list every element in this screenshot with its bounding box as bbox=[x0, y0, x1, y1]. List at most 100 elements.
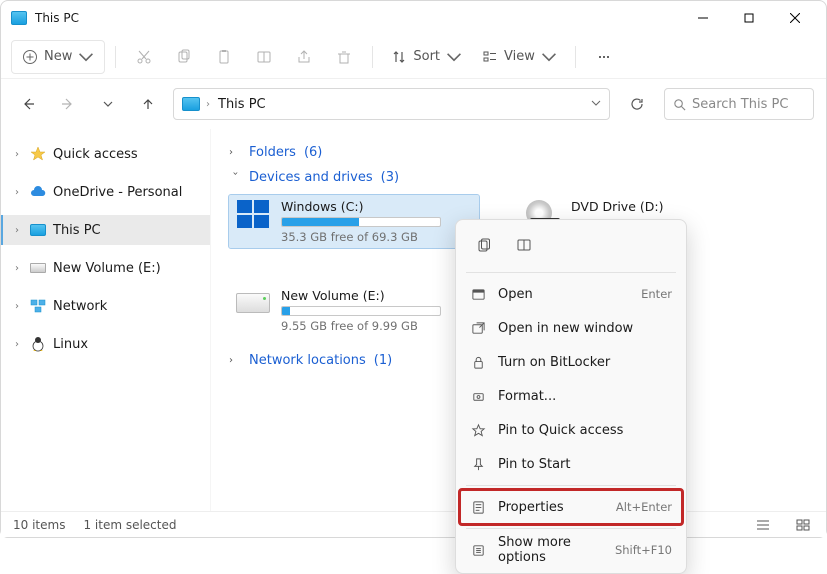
menu-item-properties[interactable]: Properties Alt+Enter bbox=[460, 490, 682, 524]
windows-drive-icon bbox=[235, 199, 271, 229]
share-button[interactable] bbox=[286, 40, 322, 74]
address-history-button[interactable] bbox=[591, 97, 601, 112]
menu-item-bitlocker[interactable]: Turn on BitLocker bbox=[460, 345, 682, 379]
sidebar-item-label: Linux bbox=[53, 337, 88, 352]
sidebar-item-network[interactable]: › Network bbox=[1, 291, 210, 321]
cut-button[interactable] bbox=[126, 40, 162, 74]
up-button[interactable] bbox=[133, 89, 163, 119]
address-bar[interactable]: › This PC bbox=[173, 88, 610, 120]
network-icon bbox=[29, 298, 47, 314]
view-button[interactable]: View bbox=[474, 40, 565, 74]
group-count: (1) bbox=[374, 353, 392, 368]
close-button[interactable] bbox=[772, 2, 818, 34]
window-title: This PC bbox=[35, 11, 79, 25]
breadcrumb[interactable]: This PC bbox=[216, 97, 268, 112]
sidebar-item-new-volume[interactable]: › New Volume (E:) bbox=[1, 253, 210, 283]
chevron-down-icon bbox=[541, 49, 557, 65]
sidebar-item-label: Quick access bbox=[53, 147, 138, 162]
menu-item-label: Format... bbox=[498, 389, 672, 404]
rename-icon bbox=[256, 49, 272, 65]
sidebar-item-quick-access[interactable]: › Quick access bbox=[1, 139, 210, 169]
drive-free-text: 35.3 GB free of 69.3 GB bbox=[281, 230, 473, 244]
copy-button[interactable] bbox=[166, 40, 202, 74]
expand-icon[interactable]: › bbox=[11, 301, 23, 312]
hdd-icon bbox=[235, 288, 271, 318]
drive-usage-bar bbox=[281, 217, 441, 227]
new-button[interactable]: New bbox=[11, 40, 105, 74]
paste-icon bbox=[216, 49, 232, 65]
back-button[interactable] bbox=[13, 89, 43, 119]
menu-item-label: Show more options bbox=[498, 535, 603, 565]
refresh-button[interactable] bbox=[620, 88, 654, 120]
forward-button[interactable] bbox=[53, 89, 83, 119]
chevron-right-icon: › bbox=[229, 355, 241, 366]
new-button-label: New bbox=[44, 49, 72, 64]
nav-row: › This PC Search This PC bbox=[1, 79, 826, 129]
paste-button[interactable] bbox=[206, 40, 242, 74]
thumbnails-view-button[interactable] bbox=[792, 516, 814, 534]
sidebar-item-this-pc[interactable]: › This PC bbox=[1, 215, 210, 245]
more-button[interactable] bbox=[586, 40, 622, 74]
drive-name: Windows (C:) bbox=[281, 199, 473, 214]
expand-icon[interactable]: › bbox=[11, 187, 23, 198]
rename-button[interactable] bbox=[246, 40, 282, 74]
menu-item-pin-quick-access[interactable]: Pin to Quick access bbox=[460, 413, 682, 447]
sidebar-item-onedrive[interactable]: › OneDrive - Personal bbox=[1, 177, 210, 207]
details-view-button[interactable] bbox=[752, 516, 774, 534]
minimize-button[interactable] bbox=[680, 2, 726, 34]
properties-icon bbox=[470, 500, 486, 515]
cloud-icon bbox=[29, 184, 47, 200]
rename-icon bbox=[516, 237, 532, 253]
menu-item-shortcut: Enter bbox=[641, 287, 672, 301]
menu-item-show-more[interactable]: Show more options Shift+F10 bbox=[460, 533, 682, 567]
arrow-up-icon bbox=[141, 97, 155, 111]
copy-icon bbox=[476, 237, 492, 253]
group-drives[interactable]: › Devices and drives (3) bbox=[229, 170, 808, 185]
sidebar-item-label: This PC bbox=[53, 223, 101, 238]
chevron-down-icon bbox=[103, 99, 113, 109]
plus-circle-icon bbox=[22, 49, 38, 65]
chevron-down-icon bbox=[78, 49, 94, 65]
sidebar-item-linux[interactable]: › Linux bbox=[1, 329, 210, 359]
sort-button[interactable]: Sort bbox=[383, 40, 470, 74]
open-icon bbox=[470, 287, 486, 302]
chevron-down-icon: › bbox=[230, 172, 241, 184]
arrow-left-icon bbox=[21, 97, 35, 111]
menu-item-open[interactable]: Open Enter bbox=[460, 277, 682, 311]
pc-icon bbox=[29, 222, 47, 238]
menu-item-label: Open bbox=[498, 287, 629, 302]
delete-icon bbox=[336, 49, 352, 65]
maximize-button[interactable] bbox=[726, 2, 772, 34]
delete-button[interactable] bbox=[326, 40, 362, 74]
menu-item-format[interactable]: Format... bbox=[460, 379, 682, 413]
menu-item-open-new-window[interactable]: Open in new window bbox=[460, 311, 682, 345]
app-icon bbox=[11, 11, 27, 25]
group-folders[interactable]: › Folders (6) bbox=[229, 145, 808, 160]
drive-windows-c[interactable]: Windows (C:) 35.3 GB free of 69.3 GB bbox=[229, 195, 479, 248]
drive-name: DVD Drive (D:) bbox=[571, 199, 763, 214]
search-icon bbox=[673, 98, 686, 111]
rename-button[interactable] bbox=[508, 230, 540, 260]
copy-button[interactable] bbox=[468, 230, 500, 260]
format-icon bbox=[470, 389, 486, 404]
expand-icon[interactable]: › bbox=[11, 339, 23, 350]
drive-new-volume-e[interactable]: New Volume (E:) 9.55 GB free of 9.99 GB bbox=[229, 284, 479, 337]
group-label: Folders bbox=[249, 145, 296, 160]
recent-button[interactable] bbox=[93, 89, 123, 119]
menu-item-pin-start[interactable]: Pin to Start bbox=[460, 447, 682, 481]
title-bar: This PC bbox=[1, 1, 826, 35]
sidebar-item-label: Network bbox=[53, 299, 107, 314]
menu-item-label: Pin to Quick access bbox=[498, 423, 672, 438]
search-box[interactable]: Search This PC bbox=[664, 88, 814, 120]
expand-icon[interactable]: › bbox=[11, 263, 23, 274]
chevron-down-icon bbox=[591, 98, 601, 108]
menu-item-label: Pin to Start bbox=[498, 457, 672, 472]
group-label: Devices and drives bbox=[249, 170, 373, 185]
expand-icon[interactable]: › bbox=[11, 149, 23, 160]
expand-icon[interactable]: › bbox=[11, 225, 23, 236]
arrow-right-icon bbox=[61, 97, 75, 111]
pin-icon bbox=[470, 457, 486, 472]
menu-item-shortcut: Alt+Enter bbox=[616, 500, 672, 514]
command-bar: New Sort View bbox=[1, 35, 826, 79]
view-icon bbox=[482, 49, 498, 65]
